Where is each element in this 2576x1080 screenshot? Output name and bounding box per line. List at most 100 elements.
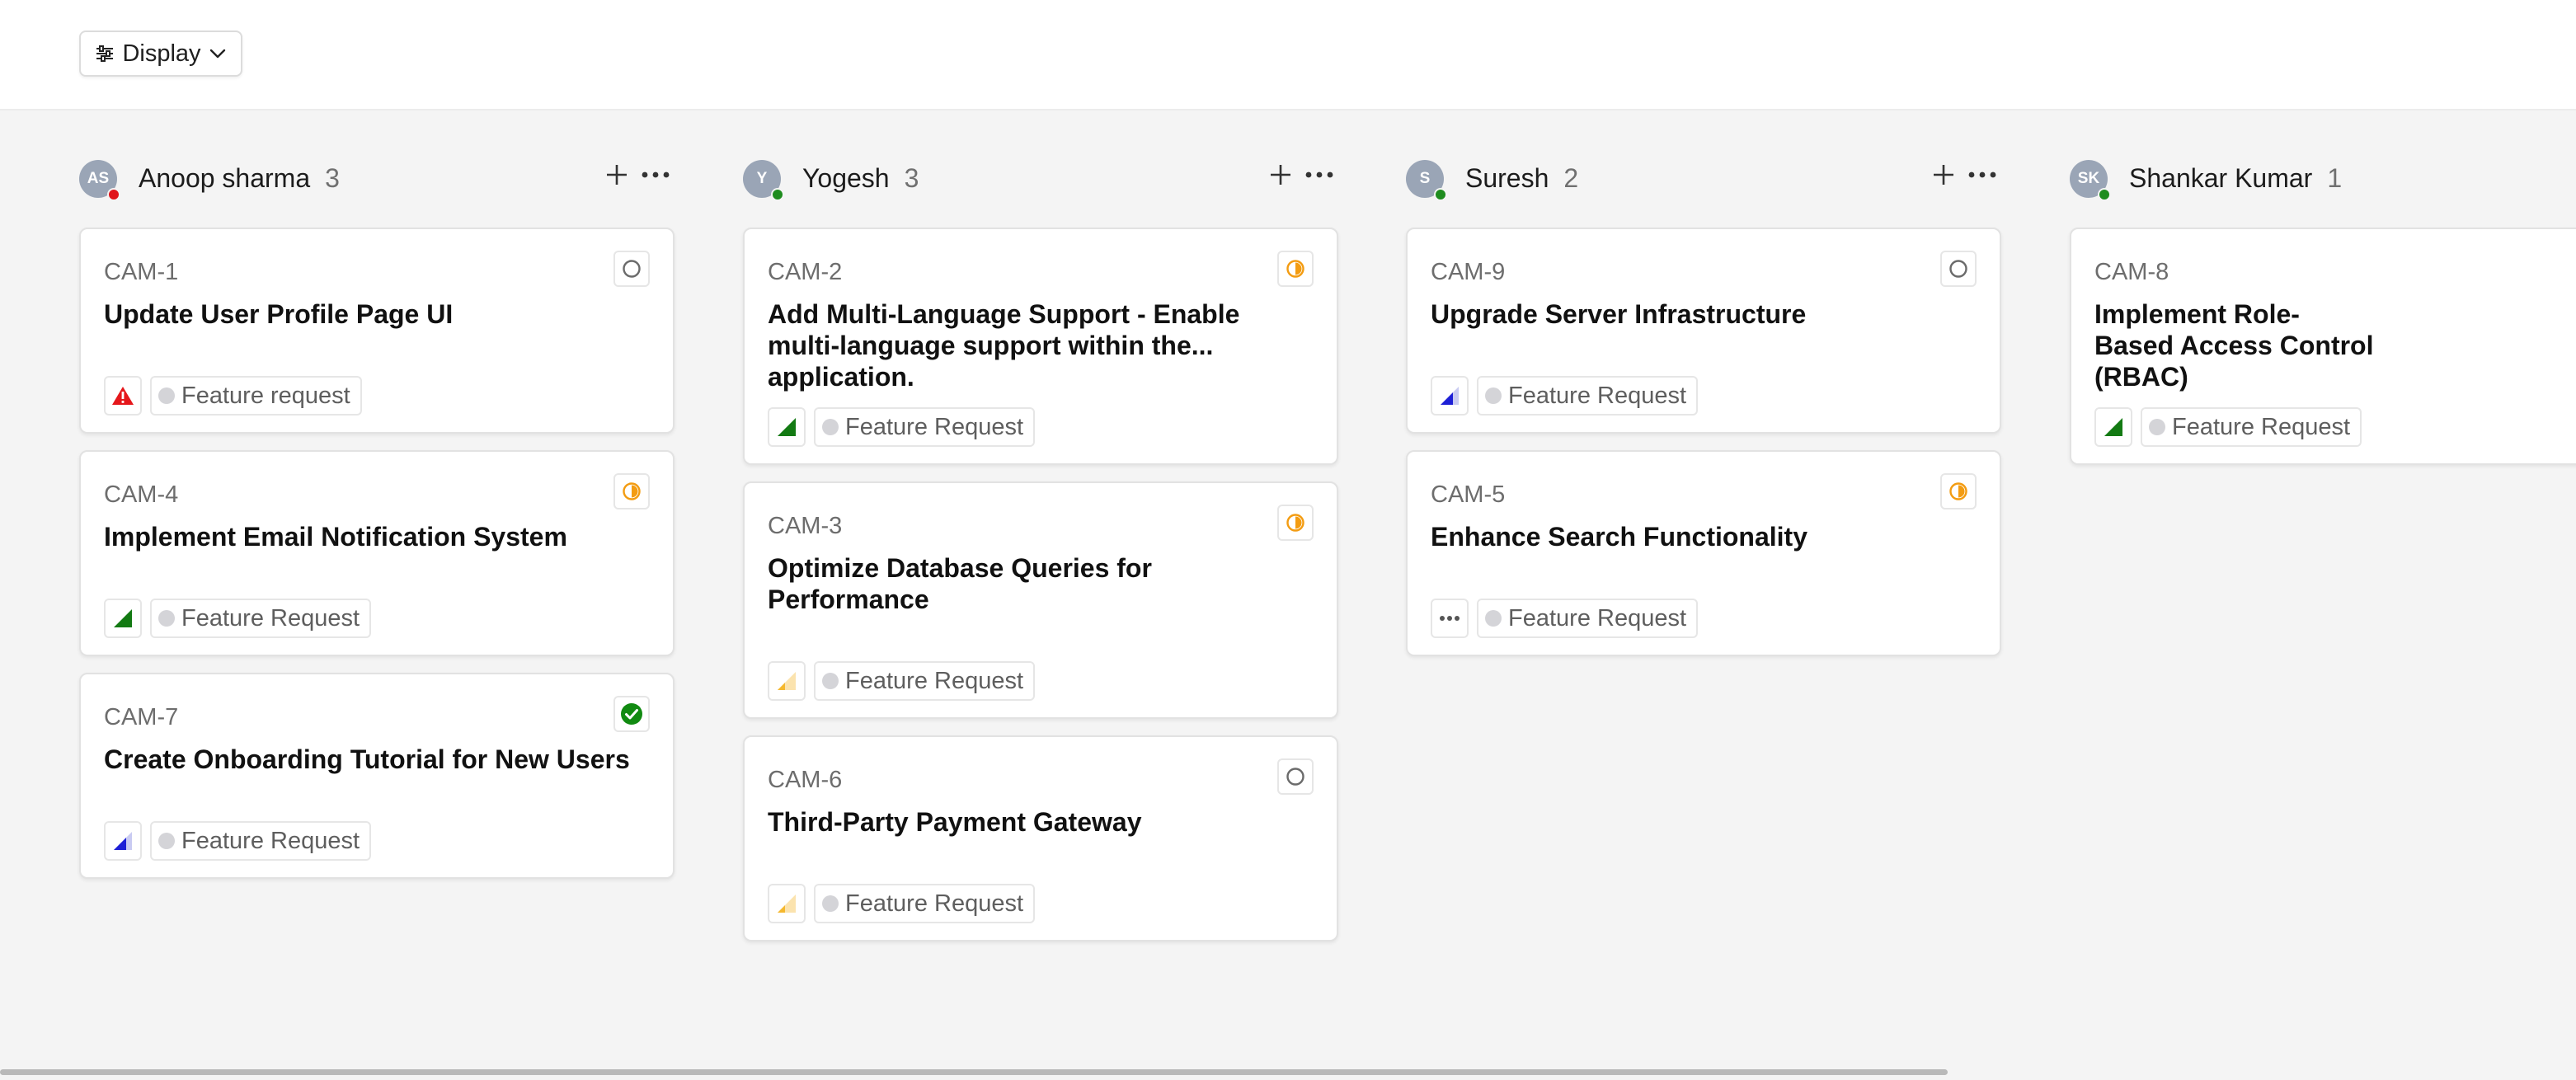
issue-title: Optimize Database Queries for Performanc… [768,553,1152,614]
issue-title: Create Onboarding Tutorial for New Users [104,744,630,774]
issue-card[interactable]: CAM-5 Enhance Search Functionality Featu… [1406,450,2001,656]
issue-id: CAM-3 [768,513,843,539]
add-icon[interactable] [602,160,632,190]
label-text: Feature Request [181,827,360,854]
label-text: Feature Request [2172,413,2351,440]
issue-card[interactable]: CAM-2 Add Multi-Language Support - Enabl… [743,228,1338,465]
label-chip[interactable]: Feature Request [150,821,372,861]
add-icon[interactable] [1266,160,1295,190]
priority-high-icon[interactable] [2094,407,2132,447]
issue-title: Update User Profile Page UI [104,299,454,329]
display-button[interactable]: Display [79,31,242,77]
label-text: Feature Request [845,667,1024,694]
display-button-label: Display [122,40,201,67]
column-count: 3 [325,163,340,193]
status-todo-icon[interactable] [1277,758,1314,795]
issue-card[interactable]: CAM-9 Upgrade Server Infrastructure Feat… [1406,228,2001,434]
column-header: Y Yogesh 3 [743,153,1338,203]
issue-id: CAM-2 [768,259,843,285]
issue-title: Implement Email Notification System [104,522,567,552]
label-chip[interactable]: Feature Request [814,661,1036,701]
issue-title: Third-Party Payment Gateway [768,807,1142,837]
label-dot [1485,610,1502,627]
column-count: 3 [904,163,919,193]
add-icon[interactable] [1929,160,1958,190]
priority-urgent-icon[interactable] [104,376,142,416]
sliders-icon [96,45,114,62]
label-chip[interactable]: Feature Request [814,407,1036,447]
column-header: S Suresh 2 [1406,153,2001,203]
label-chip[interactable]: Feature request [150,376,362,416]
presence-dot-offline [107,188,120,201]
label-dot [158,833,175,849]
kanban-board: AS Anoop sharma 3 CAM-1 Update User Profi… [0,110,2576,1080]
label-dot [822,419,839,435]
status-in-progress-icon[interactable] [1277,505,1314,541]
label-chip[interactable]: Feature Request [150,599,372,638]
priority-low-icon[interactable] [768,884,806,923]
priority-high-icon[interactable] [768,407,806,447]
label-dot [2149,419,2165,435]
column-count: 2 [1563,163,1579,193]
status-in-progress-icon[interactable] [613,473,650,509]
issue-card[interactable]: CAM-3 Optimize Database Queries for Perf… [743,481,1338,719]
issue-title: Enhance Search Functionality [1431,522,1807,552]
more-options-icon[interactable] [1304,160,1335,190]
issue-card[interactable]: CAM-8 Implement Role-Based Access Contro… [2070,228,2576,465]
label-text: Feature Request [845,890,1024,917]
horizontal-scrollbar[interactable] [0,1069,1948,1075]
column-count: 1 [2327,163,2343,193]
issue-id: CAM-5 [1431,481,1506,508]
presence-dot-online [2098,188,2111,201]
issue-title: Add Multi-Language Support - Enable mult… [768,299,1240,392]
label-text: Feature Request [1508,604,1687,632]
label-text: Feature Request [845,413,1024,440]
issue-title: Implement Role-Based Access Control (RBA… [2094,298,2375,392]
column-name: Anoop sharma [139,163,311,193]
no-priority-icon[interactable] [1431,599,1469,638]
issue-id: CAM-1 [104,259,179,285]
issue-card[interactable]: CAM-7 Create Onboarding Tutorial for New… [79,673,675,879]
more-options-icon[interactable] [640,160,671,190]
label-text: Feature request [181,382,350,409]
issue-card[interactable]: CAM-6 Third-Party Payment Gateway Featur… [743,735,1338,941]
label-dot [822,673,839,689]
issue-id: CAM-9 [1431,259,1506,285]
column-name: Shankar Kumar [2129,163,2313,193]
label-dot [1485,387,1502,404]
column-title: Anoop sharma 3 [139,163,340,194]
label-chip[interactable]: Feature Request [1477,599,1699,638]
presence-dot-online [771,188,784,201]
column-name: Yogesh [802,163,890,193]
top-toolbar: Display [0,0,2576,110]
label-dot [822,895,839,912]
label-text: Feature Request [1508,382,1687,409]
issue-title-line: Implement Role-Based Access Control (RBA… [2094,299,2374,392]
priority-low-icon[interactable] [768,661,806,701]
issue-id: CAM-4 [104,481,179,508]
column-header: SK Shankar Kumar 1 [2070,153,2576,203]
more-options-icon[interactable] [1967,160,1998,190]
status-done-icon[interactable] [613,696,650,732]
priority-high-icon[interactable] [104,599,142,638]
status-todo-icon[interactable] [1940,251,1977,287]
chevron-down-icon [209,49,226,59]
issue-card[interactable]: CAM-4 Implement Email Notification Syste… [79,450,675,656]
priority-medium-icon[interactable] [104,821,142,861]
label-chip[interactable]: Feature Request [814,884,1036,923]
issue-card[interactable]: CAM-1 Update User Profile Page UI Featur… [79,228,675,434]
status-todo-icon[interactable] [613,251,650,287]
label-dot [158,610,175,627]
priority-medium-icon[interactable] [1431,376,1469,416]
label-dot [158,387,175,404]
status-in-progress-icon[interactable] [1277,251,1314,287]
label-text: Feature Request [181,604,360,632]
presence-dot-online [1434,188,1447,201]
issue-id: CAM-7 [104,704,179,730]
label-chip[interactable]: Feature Request [2141,407,2362,447]
issue-title: Upgrade Server Infrastructure [1431,299,1807,329]
status-in-progress-icon[interactable] [1940,473,1977,509]
label-chip[interactable]: Feature Request [1477,376,1699,416]
column-title: Suresh 2 [1465,163,1578,194]
column-header: AS Anoop sharma 3 [79,153,675,203]
